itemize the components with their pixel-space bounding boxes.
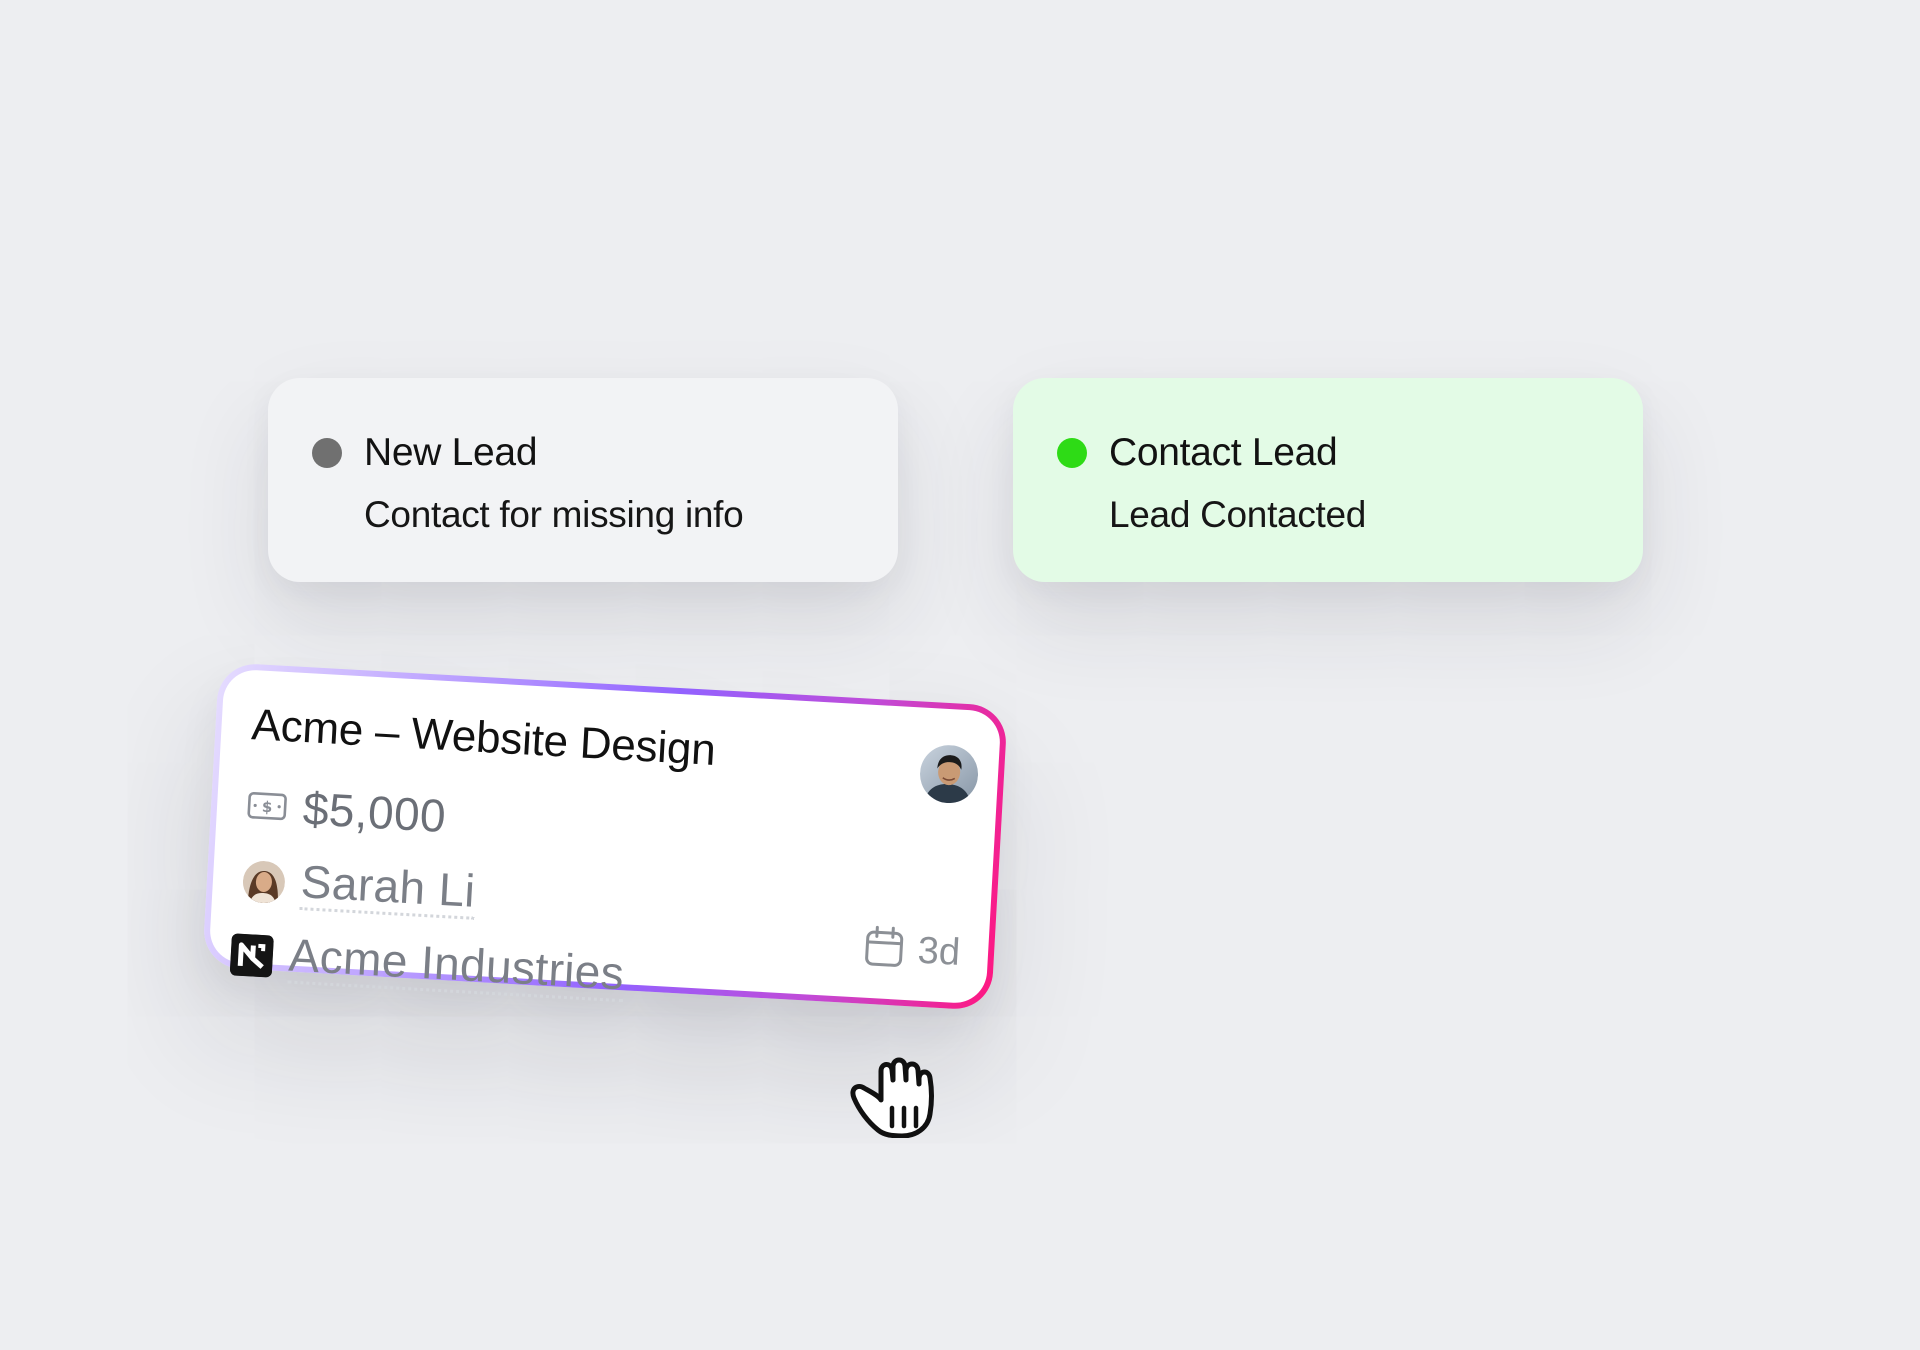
status-dot-gray xyxy=(312,438,342,468)
due-date-text: 3d xyxy=(916,929,962,974)
deal-value-row: $ $5,000 xyxy=(246,778,448,843)
stage-subtitle: Contact for missing info xyxy=(364,494,744,535)
company-name-link[interactable]: Acme Industries xyxy=(287,929,626,1003)
status-dot-green xyxy=(1057,438,1087,468)
stage-card-new-lead[interactable]: New Lead Contact for missing info xyxy=(268,378,898,582)
calendar-icon xyxy=(863,925,906,974)
contact-name-link[interactable]: Sarah Li xyxy=(299,855,477,921)
money-icon: $ xyxy=(246,790,288,822)
deal-card[interactable]: Acme – Website Design $ $5,000 Sarah Li … xyxy=(202,662,1008,1011)
stage-subtitle: Lead Contacted xyxy=(1109,494,1367,535)
owner-avatar[interactable] xyxy=(916,741,982,807)
company-logo-icon xyxy=(229,932,274,978)
deal-company-row[interactable]: Acme Industries xyxy=(229,927,626,1003)
contact-avatar xyxy=(241,859,287,904)
pipeline-canvas: New Lead Contact for missing info Contac… xyxy=(0,0,1920,1350)
stage-title: New Lead xyxy=(364,431,538,474)
deal-card-body[interactable]: Acme – Website Design $ $5,000 Sarah Li … xyxy=(208,668,1002,1005)
deal-card-gradient-border: Acme – Website Design $ $5,000 Sarah Li … xyxy=(202,662,1008,1011)
deal-value: $5,000 xyxy=(301,782,448,843)
svg-text:$: $ xyxy=(261,798,272,817)
grab-cursor-icon xyxy=(846,1048,938,1139)
due-date: 3d xyxy=(863,925,962,977)
deal-contact-row[interactable]: Sarah Li xyxy=(241,854,477,921)
stage-card-contact-lead[interactable]: Contact Lead Lead Contacted xyxy=(1013,378,1643,582)
stage-title: Contact Lead xyxy=(1109,431,1338,474)
deal-title: Acme – Website Design xyxy=(250,700,717,775)
